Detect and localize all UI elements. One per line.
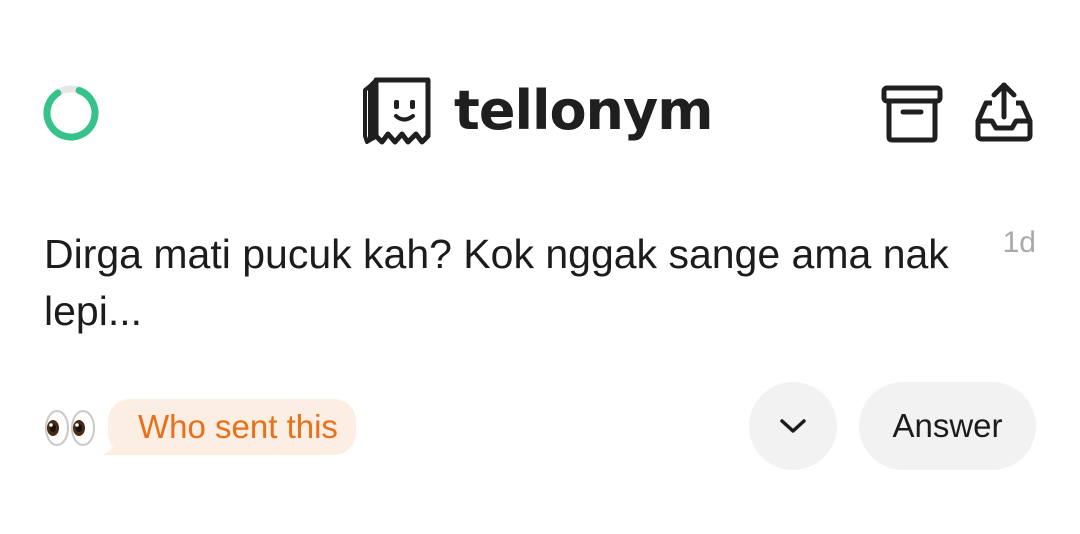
tellonym-logo-icon (363, 77, 431, 145)
answer-button-label: Answer (892, 407, 1003, 444)
archive-button[interactable] (880, 82, 944, 146)
tell-message: Dirga mati pucuk kah? Kok nggak sange am… (44, 231, 949, 334)
brand: tellonym (362, 76, 713, 146)
archive-icon (881, 85, 943, 143)
who-sent-this-button[interactable]: Who sent this (102, 399, 356, 455)
speech-bubble-tail-icon (102, 435, 132, 455)
top-bar: tellonym (0, 60, 1080, 160)
who-sent-this-label: Who sent this (138, 408, 338, 445)
share-inbox-button[interactable] (972, 80, 1036, 144)
brand-name: tellonym (454, 79, 713, 142)
progress-ring-icon[interactable] (40, 82, 102, 144)
expand-button[interactable] (749, 382, 837, 470)
share-inbox-icon (975, 82, 1033, 142)
message-timestamp: 1d (1002, 226, 1036, 259)
answer-button[interactable]: Answer (859, 382, 1036, 470)
eyes-emoji-icon (44, 408, 96, 448)
chevron-down-icon (780, 419, 806, 433)
